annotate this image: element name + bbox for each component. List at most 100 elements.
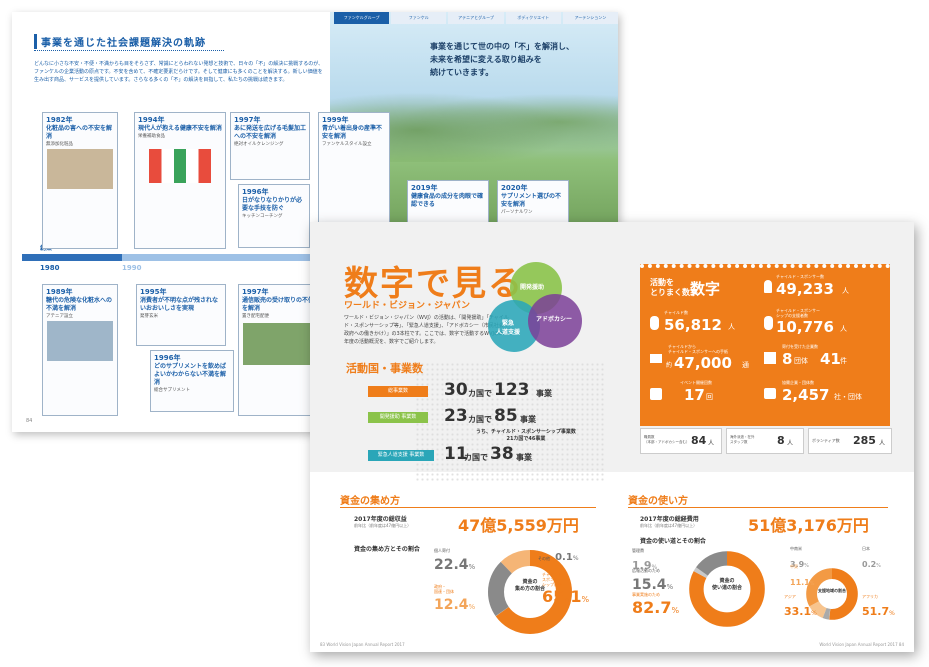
activity-country-unit: カ国で (468, 415, 492, 424)
income-title: 資金の集め方 (340, 496, 400, 507)
activity-label: 開発援助 事業数 (368, 412, 428, 423)
expense-slice-pr: 広報活動のため 15.4% (632, 568, 673, 593)
card-photo (47, 149, 113, 189)
people-unit: 41 (820, 350, 841, 368)
expense-total-value: 51億3,176万円 (748, 516, 869, 535)
people-unit: 人 (840, 325, 847, 333)
stat-value: 285 (853, 434, 876, 447)
region-japan: 日本 0.2% (862, 546, 881, 571)
card-1997a: 1997年 あに発送を広げる毛髪加工への不安を解消 絶対オイルクレンジング (230, 112, 310, 180)
card-sub: アテニア設立 (46, 314, 73, 319)
front-intro: ワールド・ビジョン・ジャパン（WVJ）の活動は、「開発援助」「チャイルド・スポン… (344, 315, 512, 345)
activity-projects: 38 (490, 444, 514, 464)
region-africa: アフリカ 51.7% (862, 594, 895, 619)
supporter-icon (764, 316, 773, 330)
card-title: 日がなりなりかりが必要な手技を防ぐ (242, 197, 303, 212)
expense-title-rule (628, 507, 888, 508)
back-intro: どんなに小さな不安・不便・不満からも目をそらさず、常識にとらわれない発想と技術で… (34, 61, 324, 83)
region-label: 日本 (862, 546, 870, 551)
activity-project-unit: 事業 (516, 453, 532, 462)
card-1989: 1989年 糖代の危険な化粧水への不満を解消 アテニア設立 (42, 284, 118, 416)
card-title: 青がい着出身の産準不安を解消 (322, 125, 383, 140)
people-value: 10,776 (776, 318, 834, 336)
people-label: チャイルド・スポンサー シップの支援者数 (776, 308, 820, 318)
timeline-mid: 1990 (122, 264, 142, 272)
venn-label-advocacy: アドボカシー (536, 316, 573, 323)
card-sub: ファンケルスタイル設立 (322, 142, 372, 147)
region-value: 51.7 (862, 605, 890, 618)
expense-total-sub: 前年比（前年度は47億円以上） (640, 523, 698, 528)
child-icon (650, 316, 659, 330)
slice-unit: % (671, 606, 680, 615)
slice-label: チャイルド・ スポンサー シップ募金 (542, 572, 566, 587)
tab-1[interactable]: ファンケル (391, 12, 447, 24)
people-unit: 回 (706, 393, 713, 401)
people-unit: 人 (842, 287, 849, 295)
region-unit: % (876, 563, 881, 569)
region-unit: % (811, 610, 817, 617)
card-sub: 無添加化粧品 (46, 142, 73, 147)
card-title: 現代人が抱える健康不安を解消 (138, 125, 222, 132)
slice-unit: % (468, 563, 476, 571)
tab-3[interactable]: ボディクリエイト (505, 12, 561, 24)
event-icon (650, 388, 662, 400)
card-year: 1994年 (138, 116, 165, 124)
back-title: 事業を通じた社会課題解決の軌跡 (34, 34, 206, 49)
slice-label: その他 (538, 556, 550, 561)
stat-unit: 人 (879, 440, 886, 447)
briefcase-icon (764, 388, 776, 399)
people-value: 2,457 (782, 386, 830, 404)
stat-value: 8 (777, 434, 785, 447)
region-asia: アジア 33.1% (784, 594, 817, 619)
card-year: 1982年 (46, 116, 73, 124)
slice-value: 82.7 (632, 598, 672, 617)
activity-project-unit: 事業 (520, 415, 536, 424)
income-slice-individual: 個人寄付 22.4% (434, 548, 475, 573)
slice-label: 政府・ 国連・団体 (434, 584, 454, 594)
region-value: 0.2 (862, 560, 877, 569)
expense-slice-program: 事業実施のため 82.7% (632, 592, 679, 617)
main-subheading: ワールド・ビジョン・ジャパン (344, 301, 471, 311)
expense-center: 資金の 使い道の割合 (711, 578, 742, 591)
activity-label: 緊急人道支援 事業数 (368, 450, 434, 461)
slice-value: 12.4 (434, 597, 469, 613)
slice-unit: % (581, 595, 590, 604)
venn-label-development: 開発援助 (520, 284, 545, 291)
card-title: あに発送を広げる毛髪加工への不安を解消 (234, 125, 307, 140)
people-unit: 社・団体 (834, 393, 862, 401)
card-year: 1989年 (46, 288, 73, 296)
income-total-sub: 前年比（前年度は47億円以上） (354, 523, 412, 528)
card-year: 2020年 (501, 184, 528, 192)
tab-0[interactable]: ファンケルグループ (334, 12, 390, 24)
activity-row-emergency: 緊急人道支援 事業数 11 カ国で 38 事業 (368, 444, 608, 466)
card-1994: 1994年 現代人が抱える健康不安を解消 栄養補助食品 (134, 112, 226, 249)
slice-label: 広報活動のため (632, 568, 660, 573)
front-spread: 数字で見る ワールド・ビジョン・ジャパン ワールド・ビジョン・ジャパン（WVJ）… (310, 222, 914, 652)
people-unit: 通 (742, 361, 749, 369)
slice-value: 65.1 (542, 587, 582, 606)
activity-note: うち、チャイルド・スポンサーシップ事業数 21カ国で46事業 (476, 429, 576, 442)
expense-total-label: 2017年度の総経費用 (640, 516, 699, 523)
stat-unit: 人 (708, 440, 715, 447)
card-year: 1996年 (154, 354, 181, 362)
tab-4[interactable]: アーテンションン (562, 12, 618, 24)
stat-label: 職員数 （本部・アドボカシー含む） (644, 435, 690, 444)
card-year: 1999年 (322, 116, 349, 124)
people-prefix: 約 (666, 362, 673, 369)
stat-unit: 人 (787, 440, 794, 447)
card-sub: 発芽玄米 (140, 314, 158, 319)
tab-2[interactable]: アテニアとグループ (448, 12, 504, 24)
activity-countries: 23 (444, 406, 468, 426)
slice-unit: % (468, 603, 476, 611)
activity-countries: 30 (444, 380, 468, 400)
slice-unit: % (666, 583, 674, 591)
card-title: どのサプリメントを飲めばよいかわからない不満を解消 (154, 363, 227, 386)
people-value: 47,000 (674, 354, 732, 372)
card-title: サプリメント選びの不安を解消 (501, 193, 562, 208)
slice-value: 22.4 (434, 557, 469, 573)
activity-row-development: 開発援助 事業数 23 カ国で 85 事業 うち、チャイルド・スポンサーシップ事… (368, 406, 608, 448)
timeline-start: 1980 (40, 264, 60, 272)
card-year: 1997年 (242, 288, 269, 296)
footer-left: 83 World Vision Japan Annual Report 2017 (320, 642, 405, 647)
income-total-label: 2017年度の総収益 (354, 516, 407, 523)
